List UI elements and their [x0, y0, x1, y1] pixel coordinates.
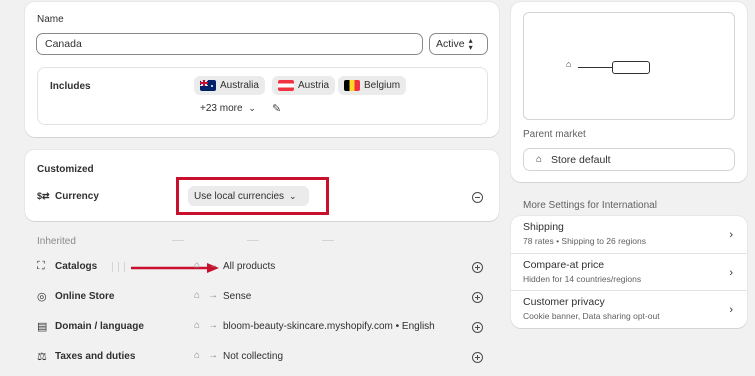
currency-value: Use local currencies — [194, 190, 285, 202]
online-store-icon: ◎ — [37, 291, 47, 303]
country-chip-belgium[interactable]: Belgium — [338, 76, 407, 95]
country-name: Austria — [298, 80, 330, 91]
inherited-row-label: Domain / language — [55, 321, 144, 332]
arrow-right-icon: → — [208, 290, 218, 301]
country-chip-australia[interactable]: Australia — [194, 76, 265, 95]
more-countries-link[interactable]: +23 more ⌄ — [200, 103, 256, 114]
setting-title: Shipping — [523, 221, 564, 233]
inherited-row-value: Not collecting — [223, 351, 284, 362]
store-icon: ⌂ — [194, 320, 201, 331]
country-name: Australia — [220, 80, 259, 91]
currency-icon: $⇄ — [37, 191, 50, 201]
name-label: Name — [37, 14, 64, 25]
chevron-right-icon: › — [729, 304, 733, 316]
market-details-card: Name Canada Active ▴ ▾ Includes Australia… — [25, 2, 499, 137]
market-name-input[interactable]: Canada — [36, 33, 423, 55]
parent-market-card: ⌂ Parent market ⌂ Store default — [511, 2, 747, 182]
inherited-row-label: Online Store — [55, 291, 115, 302]
divider — [112, 262, 113, 272]
add-customization-icon[interactable] — [472, 322, 483, 333]
domain-icon: ▤ — [37, 321, 48, 333]
store-icon: ⌂ — [194, 290, 201, 301]
setting-compare-at-price[interactable]: Compare-at price Hidden for 14 countries… — [511, 253, 747, 290]
connector-line — [578, 67, 613, 68]
add-customization-icon[interactable] — [472, 262, 483, 273]
arrow-right-icon: → — [208, 350, 218, 361]
store-icon: ⌂ — [194, 260, 201, 271]
setting-customer-privacy[interactable]: Customer privacy Cookie banner, Data sha… — [511, 290, 747, 327]
divider — [172, 240, 184, 241]
divider — [124, 262, 125, 272]
status-select[interactable]: Active ▴ ▾ — [429, 33, 488, 55]
inherited-row-value: All products — [223, 261, 276, 272]
includes-label: Includes — [50, 81, 91, 92]
status-value: Active — [436, 38, 465, 50]
arrow-right-icon: → — [208, 320, 218, 331]
inherited-title: Inherited — [37, 236, 76, 247]
inherited-row-label: Catalogs — [55, 261, 98, 272]
store-icon: ⌂ — [536, 154, 543, 165]
setting-shipping[interactable]: Shipping 78 rates • Shipping to 26 regio… — [511, 216, 747, 253]
select-arrows-icon: ▴ ▾ — [468, 36, 473, 52]
chevron-down-icon: ⌄ — [248, 103, 256, 113]
setting-title: Compare-at price — [523, 259, 605, 271]
includes-box: Includes Australia Austria Belgium +23 m… — [37, 67, 488, 125]
austria-flag-icon — [278, 80, 294, 91]
customized-card: Customized $⇄ Currency Use local currenc… — [25, 150, 499, 221]
divider — [322, 240, 334, 241]
parent-market-select[interactable]: ⌂ Store default — [523, 148, 735, 171]
currency-select[interactable]: Use local currencies ⌄ — [188, 186, 309, 206]
more-settings-card: Shipping 78 rates • Shipping to 26 regio… — [511, 216, 747, 328]
pencil-edit-icon[interactable]: ✎ — [272, 102, 281, 115]
arrow-right-icon: → — [208, 260, 218, 271]
store-icon: ⌂ — [566, 59, 572, 69]
market-diagram: ⌂ — [523, 12, 735, 120]
belgium-flag-icon — [344, 80, 360, 91]
setting-subtitle: Hidden for 14 countries/regions — [523, 274, 642, 284]
market-node — [612, 61, 650, 74]
setting-subtitle: Cookie banner, Data sharing opt-out — [523, 311, 660, 321]
add-customization-icon[interactable] — [472, 352, 483, 363]
add-customization-icon[interactable] — [472, 292, 483, 303]
inherited-row-value: bloom-beauty-skincare.myshopify.com • En… — [223, 321, 435, 332]
store-icon: ⌂ — [194, 350, 201, 361]
taxes-icon: ⚖ — [37, 351, 47, 363]
australia-flag-icon — [200, 80, 216, 91]
remove-customization-icon[interactable] — [472, 192, 483, 203]
country-chip-austria[interactable]: Austria — [272, 76, 336, 95]
parent-market-value: Store default — [551, 153, 611, 166]
divider — [118, 262, 119, 272]
parent-market-label: Parent market — [523, 129, 586, 140]
divider — [247, 240, 259, 241]
more-settings-title: More Settings for International — [523, 200, 657, 211]
chevron-down-icon: ⌄ — [289, 190, 297, 201]
country-name: Belgium — [364, 80, 401, 91]
market-name-value: Canada — [45, 38, 82, 50]
currency-label: Currency — [55, 191, 99, 202]
catalog-icon: ⛶ — [37, 260, 45, 272]
setting-subtitle: 78 rates • Shipping to 26 regions — [523, 236, 647, 246]
more-countries-text: +23 more — [200, 103, 243, 114]
customized-title: Customized — [37, 164, 94, 175]
inherited-row-value: Sense — [223, 291, 252, 302]
inherited-row-label: Taxes and duties — [55, 351, 136, 362]
setting-title: Customer privacy — [523, 296, 605, 308]
chevron-right-icon: › — [729, 267, 733, 279]
chevron-right-icon: › — [729, 229, 733, 241]
